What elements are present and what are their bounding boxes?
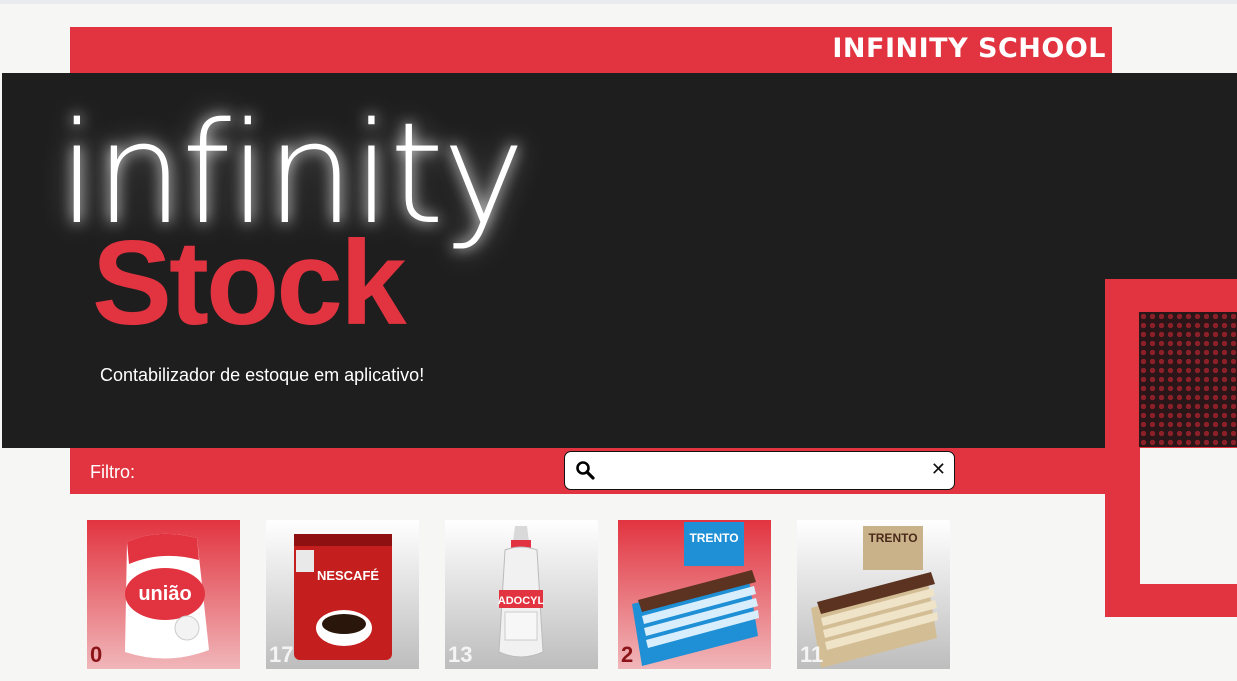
- hero-banner: infinity Stock Contabilizador de estoque…: [2, 73, 1237, 448]
- decorative-halftone-pattern: [1139, 312, 1237, 447]
- brand-logo-text: INFINITY SCHOOL: [832, 33, 1106, 64]
- search-icon[interactable]: [575, 460, 595, 480]
- product-quantity: 13: [448, 642, 473, 667]
- product-quantity: 17: [269, 642, 294, 667]
- decorative-frame-inner: [1140, 448, 1237, 584]
- sweetener-brand-text: ADOCYL: [498, 595, 545, 607]
- product-card[interactable]: ADOCYL 13: [445, 520, 598, 669]
- top-strip: [0, 0, 1237, 4]
- trento-milk-box-image: TRENTO: [632, 522, 759, 666]
- product-quantity: 11: [800, 642, 824, 667]
- trento-blanco-brand-text: TRENTO: [868, 531, 917, 545]
- brand-bar: INFINITY SCHOOL: [70, 27, 1112, 73]
- hero-tagline: Contabilizador de estoque em aplicativo!: [100, 365, 425, 385]
- sugar-brand-text: união: [138, 583, 191, 605]
- product-quantity: 2: [621, 642, 634, 667]
- trento-milk-brand-text: TRENTO: [689, 531, 738, 545]
- search-input[interactable]: [605, 458, 919, 484]
- sugar-package-image: união: [125, 533, 209, 659]
- product-quantity: 0: [90, 642, 103, 667]
- search-box[interactable]: ✕: [564, 451, 955, 490]
- coffee-brand-text: NESCAFÉ: [317, 568, 379, 583]
- hero-title-stock: Stock: [92, 216, 407, 350]
- filter-label: Filtro:: [90, 462, 135, 482]
- product-card[interactable]: NESCAFÉ 17: [266, 520, 419, 669]
- close-icon[interactable]: ✕: [931, 460, 946, 480]
- filter-bar: Filtro: ✕: [70, 448, 1105, 494]
- product-card[interactable]: união 0: [87, 520, 240, 669]
- product-card[interactable]: TRENTO 11: [797, 520, 950, 669]
- product-card[interactable]: TRENTO 2: [618, 520, 771, 669]
